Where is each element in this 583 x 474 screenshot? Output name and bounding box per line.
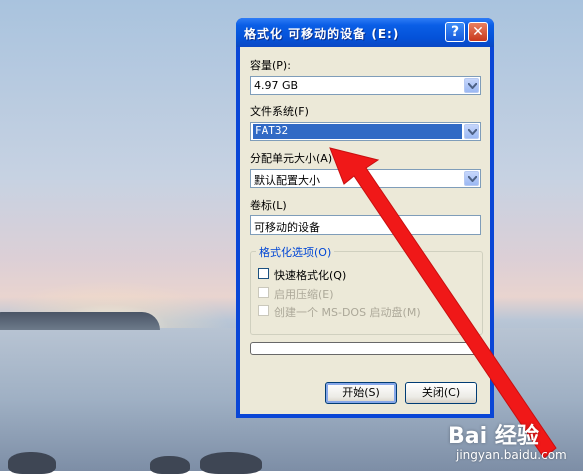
checkbox-box[interactable] (258, 268, 269, 279)
file-system-value: FAT32 (253, 124, 462, 139)
rock (150, 456, 190, 474)
checkbox-box[interactable] (258, 287, 269, 298)
title-bar[interactable]: 格式化 可移动的设备 (E:) ? ✕ (236, 18, 494, 47)
watermark-url: jingyan.baidu.com (456, 448, 567, 462)
file-system-label: 文件系统(F) (250, 105, 309, 118)
capacity-label: 容量(P): (250, 59, 291, 72)
volume-label-field[interactable] (250, 215, 481, 236)
format-options-title: 格式化选项(O) (256, 244, 335, 260)
allocation-select[interactable]: 默认配置大小 (250, 169, 481, 188)
dialog-title: 格式化 可移动的设备 (E:) (244, 27, 400, 41)
allocation-value: 默认配置大小 (254, 174, 320, 187)
distant-land (0, 312, 160, 330)
chevron-down-icon[interactable] (464, 171, 479, 186)
volume-label-input[interactable] (251, 218, 480, 236)
dialog-body: 容量(P): 4.97 GB 文件系统(F) FAT32 分配单元大小(A) 默… (240, 47, 490, 414)
chevron-down-icon[interactable] (464, 78, 479, 93)
close-button[interactable]: 关闭(C) (405, 382, 477, 404)
compression-label: 启用压缩(E) (274, 288, 334, 301)
format-dialog: 格式化 可移动的设备 (E:) ? ✕ 容量(P): 4.97 GB 文件系统(… (236, 18, 494, 418)
capacity-value: 4.97 GB (254, 79, 299, 92)
chevron-down-icon[interactable] (464, 124, 479, 139)
allocation-label: 分配单元大小(A) (250, 152, 333, 165)
watermark-brand: Bai 经验 (448, 424, 539, 449)
close-window-button[interactable]: ✕ (468, 22, 488, 42)
volume-label-label: 卷标(L) (250, 199, 287, 212)
msdos-disk-label: 创建一个 MS-DOS 启动盘(M) (274, 306, 421, 319)
quick-format-label: 快速格式化(Q) (274, 269, 347, 282)
capacity-select[interactable]: 4.97 GB (250, 76, 481, 95)
help-button[interactable]: ? (445, 22, 465, 42)
start-button[interactable]: 开始(S) (325, 382, 397, 404)
checkbox-box[interactable] (258, 305, 269, 316)
format-progress-bar (250, 342, 481, 355)
file-system-select[interactable]: FAT32 (250, 122, 481, 141)
